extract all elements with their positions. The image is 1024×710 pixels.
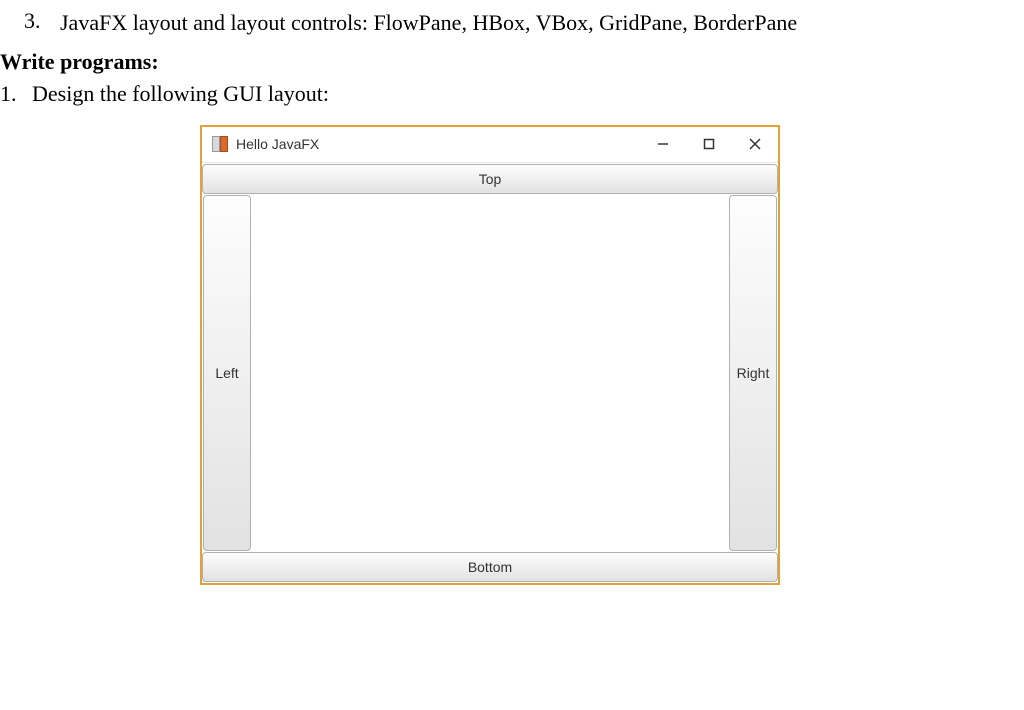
button-label: Right <box>737 365 770 381</box>
window-controls <box>640 127 778 162</box>
center-region <box>252 195 728 551</box>
list-number: 1. <box>0 81 32 107</box>
app-window: Hello JavaFX Top Left <box>200 125 780 585</box>
minimize-icon <box>657 138 669 150</box>
top-button[interactable]: Top <box>202 164 778 194</box>
close-button[interactable] <box>732 127 778 162</box>
button-label: Bottom <box>468 559 512 575</box>
right-button[interactable]: Right <box>729 195 777 551</box>
middle-row: Left Right <box>202 195 778 551</box>
button-label: Top <box>479 171 502 187</box>
section-heading: Write programs: <box>0 49 1024 75</box>
title-bar: Hello JavaFX <box>202 127 778 163</box>
list-item-3: 3. JavaFX layout and layout controls: Fl… <box>24 8 984 39</box>
maximize-icon <box>703 138 715 150</box>
list-text: Design the following GUI layout: <box>32 81 984 107</box>
left-button[interactable]: Left <box>203 195 251 551</box>
window-title: Hello JavaFX <box>236 136 640 152</box>
border-pane: Top Left Right Bottom <box>202 163 778 583</box>
list-text: JavaFX layout and layout controls: FlowP… <box>60 8 984 39</box>
button-label: Left <box>215 365 238 381</box>
maximize-button[interactable] <box>686 127 732 162</box>
close-icon <box>749 138 761 150</box>
list-item-1: 1. Design the following GUI layout: <box>0 81 984 107</box>
bottom-button[interactable]: Bottom <box>202 552 778 582</box>
app-icon <box>212 136 228 152</box>
list-number: 3. <box>24 8 60 34</box>
minimize-button[interactable] <box>640 127 686 162</box>
